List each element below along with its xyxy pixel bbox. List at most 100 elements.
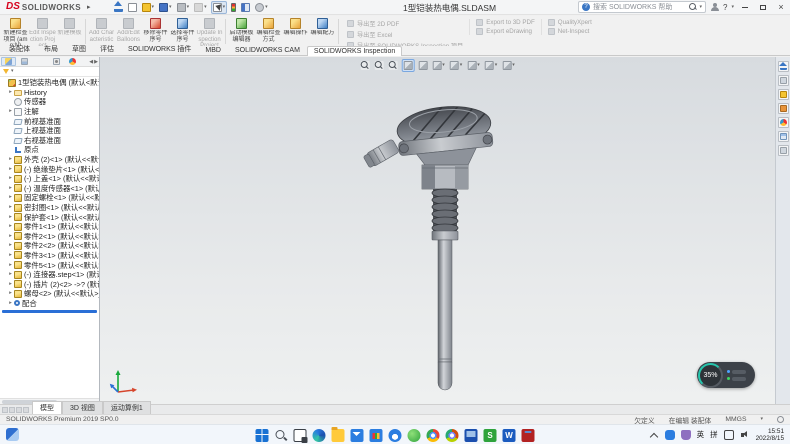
tree-item[interactable]: ▸零件2<1> (默认<<默认>_显示状态 xyxy=(0,232,99,242)
expand-arrow-icon[interactable]: ▸ xyxy=(7,222,14,231)
launch-template-editor-button[interactable]: 启动模板编辑器 xyxy=(228,17,255,46)
tree-item[interactable]: ▸密封圈<1> (默认<<默认>_显示状 xyxy=(0,203,99,213)
doc-tab-model[interactable]: 模型 xyxy=(32,401,62,414)
expand-arrow-icon[interactable]: ▸ xyxy=(7,174,14,183)
filter-funnel-icon[interactable] xyxy=(3,69,9,74)
tree-item[interactable]: 上视基准面 xyxy=(0,126,99,136)
graphics-viewport[interactable]: ▾▾▾▾▾ xyxy=(100,57,775,404)
panel-nav-left-icon[interactable]: ◀ xyxy=(89,59,93,65)
expand-arrow-icon[interactable]: ▸ xyxy=(7,241,14,250)
select-button[interactable]: ▾ xyxy=(211,1,228,14)
expand-arrow-icon[interactable]: ▸ xyxy=(7,280,14,289)
tab-nav-last-icon[interactable] xyxy=(23,407,29,413)
restore-button[interactable] xyxy=(756,1,770,13)
tree-item[interactable]: ▸零件5<1> (默认<<默认>_显示状 xyxy=(0,260,99,270)
tree-item[interactable]: ▸(-) 上盖<1> (默认<<默认>_显示状 xyxy=(0,174,99,184)
tab-assembly[interactable]: 装配体 xyxy=(2,42,37,55)
model-cable-gland[interactable] xyxy=(363,139,400,169)
home-pane-button[interactable] xyxy=(778,61,789,72)
security-tray-icon[interactable] xyxy=(681,430,691,440)
home-button[interactable] xyxy=(113,2,124,13)
new-document-button[interactable] xyxy=(127,2,138,13)
search-box[interactable]: ? 搜索 SOLIDWORKS 帮助 ▾ xyxy=(578,1,706,13)
print-button[interactable]: ▾ xyxy=(176,2,191,13)
model-collar[interactable] xyxy=(432,231,458,240)
tab-evaluate[interactable]: 评估 xyxy=(93,42,121,55)
expand-arrow-icon[interactable]: ▸ xyxy=(7,184,14,193)
monitor-taskbar-icon[interactable] xyxy=(465,429,478,442)
doc-tab-motion-study[interactable]: 运动算例1 xyxy=(103,401,151,414)
tree-item[interactable]: ▸(-) 插片 (2)<2> ->? (默认<<默认> xyxy=(0,279,99,289)
cloud-taskbar-icon[interactable] xyxy=(389,429,402,442)
help-button[interactable]: ? xyxy=(723,3,727,12)
panel-nav-right-icon[interactable]: ▶ xyxy=(94,59,98,65)
tab-nav-prev-icon[interactable] xyxy=(9,407,15,413)
tab-sw-cam[interactable]: SOLIDWORKS CAM xyxy=(228,45,307,55)
taskbar-clock[interactable]: 15:51 2022/8/15 xyxy=(756,428,784,442)
tree-item[interactable]: ▸固定螺栓<1> (默认<<默认>_显示 xyxy=(0,193,99,203)
search-caret-icon[interactable]: ▾ xyxy=(700,5,703,10)
ime-indicator[interactable]: 拼 xyxy=(710,429,718,440)
tab-sketch[interactable]: 草图 xyxy=(65,42,93,55)
onedrive-tray-icon[interactable] xyxy=(665,430,675,440)
task-pane-button[interactable] xyxy=(240,2,251,13)
tree-item[interactable]: ▸外壳 (2)<1> (默认<<默认>_显示状 xyxy=(0,155,99,165)
start-taskbar-icon[interactable] xyxy=(256,429,269,442)
zoom-indicator[interactable]: 35% xyxy=(697,362,755,388)
status-gear-icon[interactable] xyxy=(777,416,784,423)
tab-sw-addins[interactable]: SOLIDWORKS 插件 xyxy=(121,42,198,55)
tray-chevron-icon[interactable] xyxy=(649,430,659,440)
tree-item[interactable]: 1型铠装热电偶 (默认<默认_显示状态-1 xyxy=(0,78,99,88)
user-account-icon[interactable] xyxy=(710,3,719,12)
thermocouple-model[interactable] xyxy=(100,57,775,404)
tree-item[interactable]: 传感器 xyxy=(0,97,99,107)
save-button[interactable]: ▾ xyxy=(158,2,173,13)
wps-taskbar-icon[interactable]: S xyxy=(484,429,497,442)
edit-recipe-button[interactable]: 编辑配方 xyxy=(309,17,336,46)
doc-tab-3d-views[interactable]: 3D 视图 xyxy=(62,401,103,414)
tree-item[interactable]: ▸保护套<1> (默认<<默认>_显示状 xyxy=(0,212,99,222)
model-hex-nut[interactable] xyxy=(422,165,468,189)
panel-tab-dimxpert-manager[interactable] xyxy=(49,57,64,66)
panel-tab-display-manager[interactable] xyxy=(65,57,80,66)
chrome-taskbar-icon[interactable] xyxy=(427,429,440,442)
tree-item[interactable]: ▸零件2<2> (默认<<默认>_显示状态 xyxy=(0,241,99,251)
model-tube[interactable] xyxy=(438,240,452,390)
expand-arrow-icon[interactable]: ▸ xyxy=(7,261,14,270)
expand-arrow-icon[interactable]: ▸ xyxy=(7,251,14,260)
expand-arrow-icon[interactable]: ▸ xyxy=(7,270,14,279)
close-button[interactable]: × xyxy=(774,1,788,13)
custom-properties-pane-button[interactable] xyxy=(778,145,789,156)
expand-arrow-icon[interactable]: ▸ xyxy=(7,203,14,212)
expand-arrow-icon[interactable]: ▸ xyxy=(7,88,14,97)
expand-arrow-icon[interactable]: ▸ xyxy=(7,213,14,222)
tree-item[interactable]: ▸零件1<1> (默认<<默认>_显示状态 xyxy=(0,222,99,232)
search-icon[interactable] xyxy=(689,3,697,11)
expand-arrow-icon[interactable]: ▸ xyxy=(7,193,14,202)
mail-taskbar-icon[interactable] xyxy=(351,429,364,442)
tree-item[interactable]: ▸零件3<1> (默认<<默认>_显示状 xyxy=(0,251,99,261)
volume-icon[interactable] xyxy=(740,430,750,440)
appearances-pane-button[interactable] xyxy=(778,117,789,128)
tree-item[interactable]: ▸(-) 绝缘垫片<1> (默认<<默认>_显示 xyxy=(0,164,99,174)
word-taskbar-icon[interactable]: W xyxy=(503,429,516,442)
panel-tab-configuration-manager[interactable] xyxy=(33,57,48,66)
expand-arrow-icon[interactable]: ▸ xyxy=(7,155,14,164)
search-taskbar-icon[interactable] xyxy=(275,429,288,442)
expand-arrow-icon[interactable]: ▸ xyxy=(7,165,14,174)
minimize-button[interactable] xyxy=(738,1,752,13)
tree-item[interactable]: 前视基准面 xyxy=(0,116,99,126)
menu-expand-arrow[interactable]: ▸ xyxy=(87,3,91,11)
rollback-bar[interactable] xyxy=(2,310,97,313)
language-indicator[interactable]: 英 xyxy=(697,429,705,440)
tree-item[interactable]: ▸(-) 温度传感器<1> (默认<<默认>_ xyxy=(0,184,99,194)
store-taskbar-icon[interactable] xyxy=(370,429,383,442)
edit-inspection-method-button[interactable]: 编辑检查方式 xyxy=(255,17,282,46)
view-palette-pane-button[interactable] xyxy=(778,131,789,142)
expand-arrow-icon[interactable]: ▸ xyxy=(7,289,14,298)
tree-item[interactable]: ▸History xyxy=(0,88,99,98)
tab-nav-first-icon[interactable] xyxy=(2,407,8,413)
tab-layout[interactable]: 布局 xyxy=(37,42,65,55)
tree-item[interactable]: 原点 xyxy=(0,145,99,155)
help-caret-icon[interactable]: ▾ xyxy=(731,5,734,10)
